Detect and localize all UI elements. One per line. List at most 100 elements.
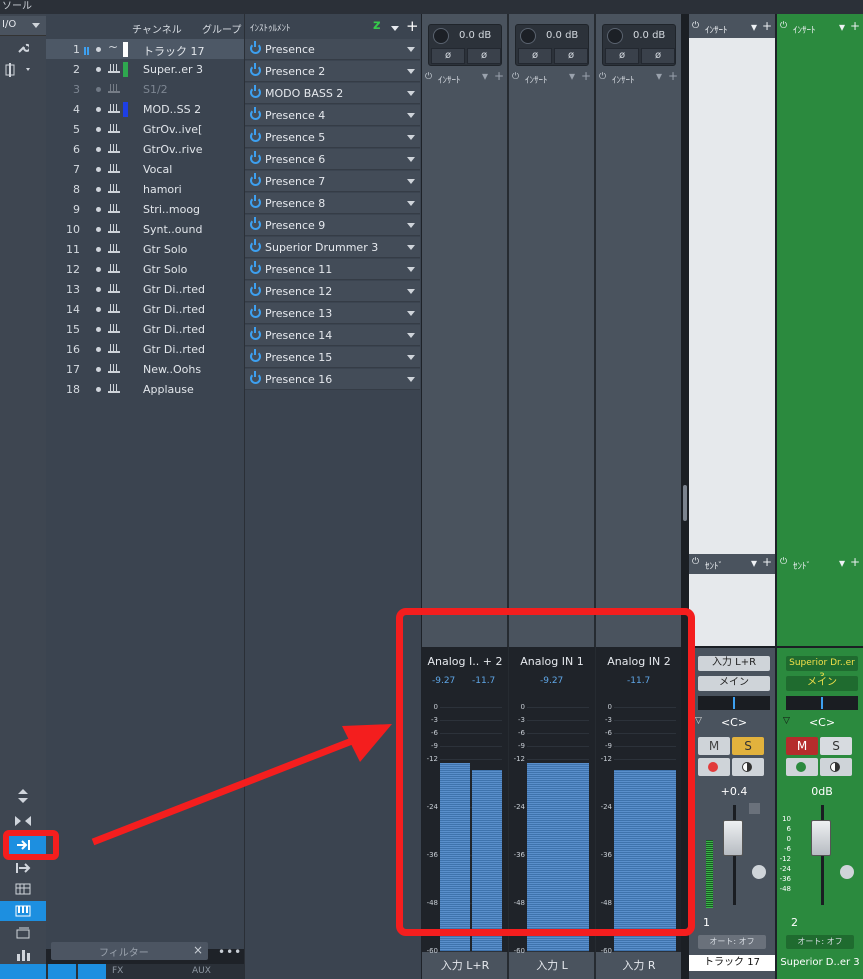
gain-knob[interactable] <box>520 28 536 44</box>
instrument-name[interactable]: Presence 7 <box>265 175 325 188</box>
io-menu[interactable]: I/O <box>0 16 46 36</box>
chevron-down-icon[interactable] <box>407 289 415 294</box>
power-icon[interactable] <box>250 261 261 274</box>
insert-slot-area[interactable] <box>689 38 775 554</box>
instrument-name[interactable]: Presence 12 <box>265 285 332 298</box>
channel-row[interactable]: 11 Gtr Solo <box>46 239 244 259</box>
power-icon[interactable]: ⏻ <box>599 72 606 82</box>
instrument-row[interactable]: Presence 8 <box>245 193 420 214</box>
channel-row[interactable]: 3 S1/2 <box>46 79 244 99</box>
power-icon[interactable] <box>250 217 261 230</box>
channel-name-label[interactable]: トラック 17 <box>689 955 775 971</box>
record-dot-icon[interactable] <box>96 387 101 392</box>
narrow-icon[interactable] <box>0 811 46 831</box>
chevron-down-icon[interactable]: ▾ <box>751 556 757 570</box>
record-dot-icon[interactable] <box>96 167 101 172</box>
power-icon[interactable] <box>250 41 261 54</box>
chevron-down-icon[interactable]: ▾ <box>569 69 575 83</box>
instrument-row[interactable]: Presence 7 <box>245 171 420 192</box>
record-dot-icon[interactable] <box>96 67 101 72</box>
instrument-row[interactable]: Presence 14 <box>245 325 420 346</box>
chevron-down-icon[interactable] <box>407 201 415 206</box>
scrollbar-thumb[interactable] <box>683 485 687 521</box>
record-dot-icon[interactable] <box>96 127 101 132</box>
keyboard-icon[interactable] <box>0 901 46 921</box>
meter-icon[interactable] <box>0 945 46 965</box>
gain-knob[interactable] <box>433 28 449 44</box>
power-icon[interactable] <box>250 195 261 208</box>
record-dot-icon[interactable] <box>96 47 101 52</box>
power-icon[interactable] <box>250 283 261 296</box>
power-icon[interactable]: ⏻ <box>512 72 519 82</box>
expand-icon[interactable] <box>0 786 46 806</box>
instrument-name[interactable]: Presence 6 <box>265 153 325 166</box>
mute-button[interactable]: M <box>786 737 818 755</box>
power-icon[interactable] <box>250 305 261 318</box>
instrument-name[interactable]: Presence 4 <box>265 109 325 122</box>
channel-name[interactable]: hamori <box>143 183 182 196</box>
record-dot-icon[interactable] <box>96 147 101 152</box>
send-slot-area[interactable] <box>689 574 775 646</box>
chevron-down-icon[interactable] <box>407 355 415 360</box>
insert-header[interactable]: ⏻ ｲﾝｻｰﾄ ▾ + <box>596 69 682 88</box>
record-dot-icon[interactable] <box>96 347 101 352</box>
output-select[interactable]: メイン <box>786 676 858 691</box>
solo-button[interactable]: S <box>732 737 764 755</box>
channel-name[interactable]: Synt..ound <box>143 223 202 236</box>
automation-mode[interactable]: オート: オフ <box>786 935 854 949</box>
bottom-keys-button[interactable] <box>78 964 106 979</box>
channel-row[interactable]: 18 Applause <box>46 379 244 399</box>
bottom-meter-button[interactable] <box>48 964 76 979</box>
routing-icon[interactable] <box>0 60 46 80</box>
instrument-row[interactable]: Presence 16 <box>245 369 420 390</box>
chevron-down-icon[interactable] <box>407 223 415 228</box>
instrument-name[interactable]: Presence 13 <box>265 307 332 320</box>
chevron-down-icon[interactable] <box>407 377 415 382</box>
send-slot-area[interactable] <box>777 574 863 646</box>
channel-name[interactable]: Vocal <box>143 163 172 176</box>
insert-header[interactable]: ⏻ ｲﾝｻｰﾄ ▾ + <box>422 69 508 88</box>
channel-name[interactable]: Gtr Di..rted <box>143 343 205 356</box>
channel-color-swatch[interactable] <box>123 62 128 77</box>
more-options-icon[interactable]: ••• <box>218 945 242 959</box>
record-dot-icon[interactable] <box>96 307 101 312</box>
power-icon[interactable] <box>250 371 261 384</box>
add-icon[interactable]: + <box>850 555 860 569</box>
channel-name[interactable]: MOD..SS 2 <box>143 103 201 116</box>
chevron-down-icon[interactable] <box>391 26 399 31</box>
channel-name[interactable]: Gtr Solo <box>143 243 187 256</box>
channel-row[interactable]: 12 Gtr Solo <box>46 259 244 279</box>
record-dot-icon[interactable] <box>96 227 101 232</box>
channel-name[interactable]: Gtr Solo <box>143 263 187 276</box>
instrument-row[interactable]: Presence <box>245 39 420 60</box>
instrument-row[interactable]: Superior Drummer 3 <box>245 237 420 258</box>
instrument-name[interactable]: Presence <box>265 43 315 56</box>
instrument-stack-icon[interactable] <box>0 923 46 943</box>
channel-row[interactable]: 10 Synt..ound <box>46 219 244 239</box>
channel-name[interactable]: New..Oohs <box>143 363 201 376</box>
insert-slot-area[interactable] <box>777 38 863 554</box>
send-header[interactable]: ⏻ ｾﾝﾄﾞ ▾ + <box>777 555 863 574</box>
power-icon[interactable] <box>250 151 261 164</box>
channel-row[interactable]: 5 GtrOv..ive[ <box>46 119 244 139</box>
instrument-row[interactable]: Presence 5 <box>245 127 420 148</box>
channel-name[interactable]: Gtr Di..rted <box>143 303 205 316</box>
power-icon[interactable]: ⏻ <box>425 72 432 82</box>
chevron-down-icon[interactable] <box>407 311 415 316</box>
record-dot-icon[interactable] <box>96 107 101 112</box>
instrument-row[interactable]: Presence 11 <box>245 259 420 280</box>
channel-row[interactable]: 6 GtrOv..rive <box>46 139 244 159</box>
channel-row[interactable]: 7 Vocal <box>46 159 244 179</box>
instrument-name[interactable]: Presence 2 <box>265 65 325 78</box>
chevron-down-icon[interactable] <box>407 69 415 74</box>
phase-invert-button[interactable]: ø <box>605 48 639 64</box>
volume-fader[interactable] <box>723 820 743 856</box>
record-dot-icon[interactable] <box>96 247 101 252</box>
solo-button[interactable]: S <box>820 737 852 755</box>
insert-header[interactable]: ⏻ ｲﾝｻｰﾄ ▾ + <box>509 69 595 88</box>
channel-row[interactable]: 17 New..Oohs <box>46 359 244 379</box>
power-icon[interactable]: ⏻ <box>780 557 787 567</box>
phase-invert-button[interactable]: ø <box>467 48 501 64</box>
record-dot-icon[interactable] <box>96 207 101 212</box>
instrument-name[interactable]: Presence 15 <box>265 351 332 364</box>
